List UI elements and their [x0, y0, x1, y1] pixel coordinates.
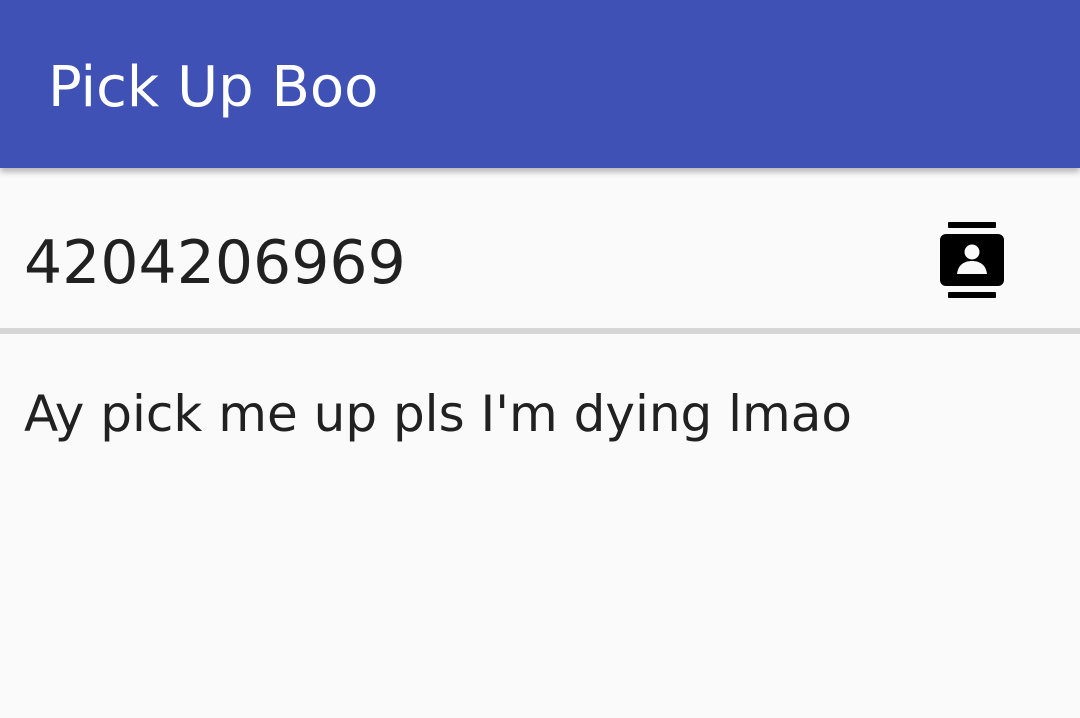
phone-number-field[interactable]: 4204206969: [24, 223, 884, 303]
app-bar: Pick Up Boo: [0, 0, 1080, 168]
app-title: Pick Up Boo: [48, 55, 379, 120]
contacts-button[interactable]: [934, 220, 1010, 300]
main-content: 4204206969 Ay pick me up pls I'm dying l…: [0, 168, 1080, 718]
contacts-icon: [940, 222, 1004, 298]
message-field[interactable]: Ay pick me up pls I'm dying lmao: [24, 378, 1056, 450]
phone-row: 4204206969: [0, 168, 1080, 334]
divider: [0, 328, 1080, 334]
